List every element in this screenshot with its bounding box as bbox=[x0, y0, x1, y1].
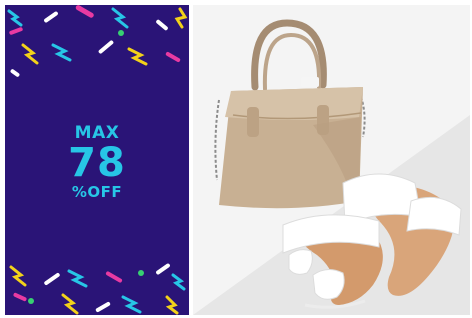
discount-promo-tile[interactable]: MAX 78 %OFF bbox=[5, 5, 189, 315]
promo-off-label: %OFF bbox=[71, 183, 123, 201]
discount-text-block: MAX 78 %OFF bbox=[5, 123, 189, 201]
banner-frame: MAX 78 %OFF bbox=[0, 0, 472, 318]
promo-percentage: 78 bbox=[68, 140, 126, 186]
product-image[interactable] bbox=[193, 5, 470, 315]
